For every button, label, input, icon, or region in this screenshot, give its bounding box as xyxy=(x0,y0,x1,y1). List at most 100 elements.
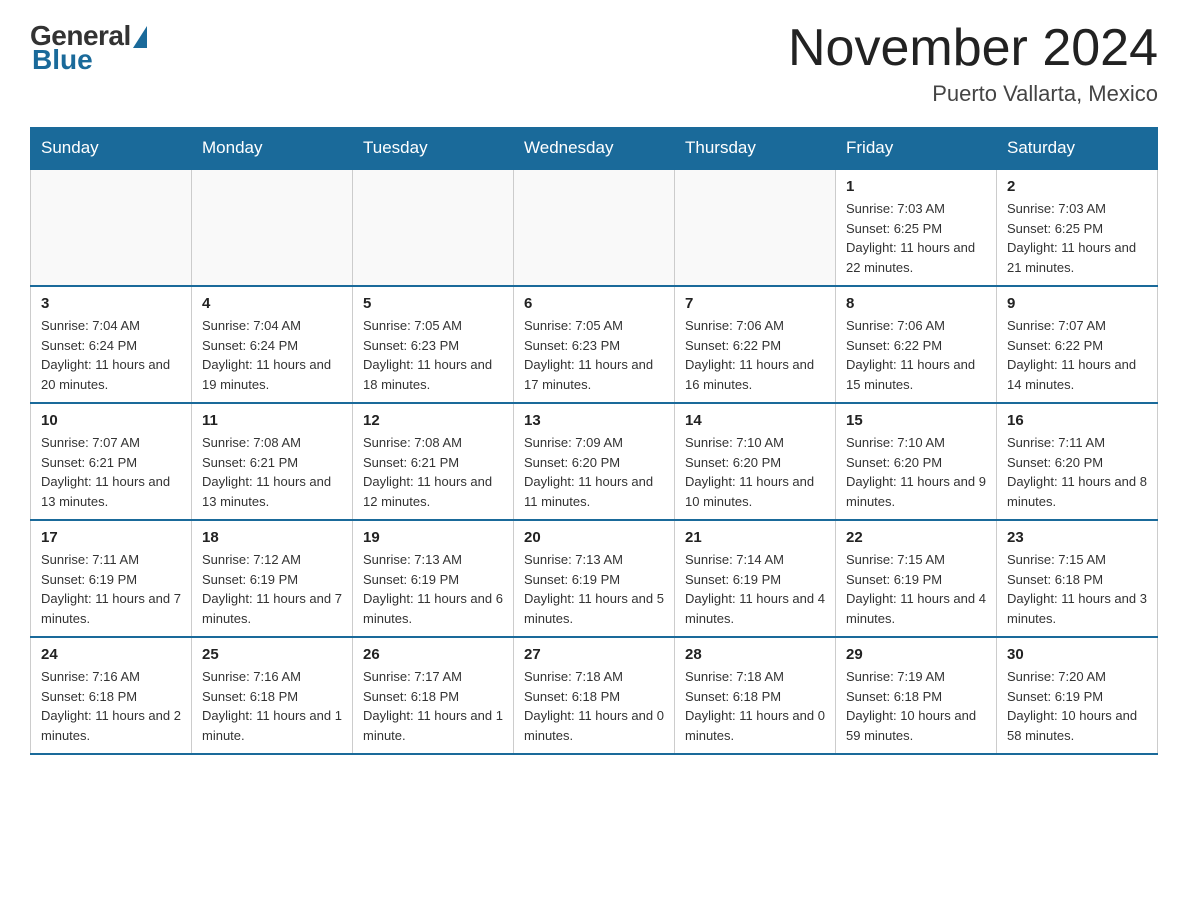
calendar-cell: 9Sunrise: 7:07 AMSunset: 6:22 PMDaylight… xyxy=(997,286,1158,403)
calendar-cell: 1 Sunrise: 7:03 AMSunset: 6:25 PMDaylight… xyxy=(836,169,997,286)
day-number: 29 xyxy=(846,646,986,663)
day-info: Sunrise: 7:18 AMSunset: 6:18 PMDaylight:… xyxy=(685,667,825,745)
day-number: 28 xyxy=(685,646,825,663)
calendar-cell: 28 Sunrise: 7:18 AMSunset: 6:18 PMDayligh… xyxy=(675,637,836,754)
calendar-table: SundayMondayTuesdayWednesdayThursdayFrid… xyxy=(30,127,1158,755)
day-info: Sunrise: 7:08 AMSunset: 6:21 PMDaylight:… xyxy=(202,433,342,511)
day-number: 6 xyxy=(524,295,664,312)
calendar-cell xyxy=(192,169,353,286)
calendar-header-row: SundayMondayTuesdayWednesdayThursdayFrid… xyxy=(31,128,1158,170)
day-info: Sunrise: 7:20 AMSunset: 6:19 PMDaylight:… xyxy=(1007,667,1147,745)
day-info: Sunrise: 7:16 AMSunset: 6:18 PMDaylight:… xyxy=(41,667,181,745)
calendar-cell: 18 Sunrise: 7:12 AMSunset: 6:19 PMDayligh… xyxy=(192,520,353,637)
calendar-header-wednesday: Wednesday xyxy=(514,128,675,170)
day-number: 22 xyxy=(846,529,986,546)
calendar-cell: 4 Sunrise: 7:04 AMSunset: 6:24 PMDaylight… xyxy=(192,286,353,403)
calendar-week-4: 17 Sunrise: 7:11 AMSunset: 6:19 PMDayligh… xyxy=(31,520,1158,637)
day-number: 18 xyxy=(202,529,342,546)
day-number: 2 xyxy=(1007,178,1147,195)
calendar-cell: 6 Sunrise: 7:05 AMSunset: 6:23 PMDaylight… xyxy=(514,286,675,403)
logo-triangle-icon xyxy=(133,26,147,48)
calendar-cell xyxy=(31,169,192,286)
day-info: Sunrise: 7:04 AMSunset: 6:24 PMDaylight:… xyxy=(202,316,342,394)
day-info: Sunrise: 7:13 AMSunset: 6:19 PMDaylight:… xyxy=(524,550,664,628)
title-block: November 2024 Puerto Vallarta, Mexico xyxy=(788,20,1158,107)
day-number: 1 xyxy=(846,178,986,195)
day-info: Sunrise: 7:12 AMSunset: 6:19 PMDaylight:… xyxy=(202,550,342,628)
day-info: Sunrise: 7:05 AMSunset: 6:23 PMDaylight:… xyxy=(524,316,664,394)
calendar-cell: 11Sunrise: 7:08 AMSunset: 6:21 PMDayligh… xyxy=(192,403,353,520)
calendar-cell xyxy=(675,169,836,286)
calendar-header-sunday: Sunday xyxy=(31,128,192,170)
calendar-cell: 17 Sunrise: 7:11 AMSunset: 6:19 PMDayligh… xyxy=(31,520,192,637)
calendar-cell: 8Sunrise: 7:06 AMSunset: 6:22 PMDaylight… xyxy=(836,286,997,403)
day-number: 3 xyxy=(41,295,181,312)
day-info: Sunrise: 7:05 AMSunset: 6:23 PMDaylight:… xyxy=(363,316,503,394)
day-info: Sunrise: 7:11 AMSunset: 6:20 PMDaylight:… xyxy=(1007,433,1147,511)
calendar-cell xyxy=(353,169,514,286)
calendar-cell: 30 Sunrise: 7:20 AMSunset: 6:19 PMDayligh… xyxy=(997,637,1158,754)
day-number: 14 xyxy=(685,412,825,429)
calendar-cell: 12Sunrise: 7:08 AMSunset: 6:21 PMDayligh… xyxy=(353,403,514,520)
day-number: 17 xyxy=(41,529,181,546)
day-number: 4 xyxy=(202,295,342,312)
day-info: Sunrise: 7:15 AMSunset: 6:18 PMDaylight:… xyxy=(1007,550,1147,628)
calendar-cell: 13 Sunrise: 7:09 AMSunset: 6:20 PMDayligh… xyxy=(514,403,675,520)
calendar-header-thursday: Thursday xyxy=(675,128,836,170)
day-info: Sunrise: 7:07 AMSunset: 6:22 PMDaylight:… xyxy=(1007,316,1147,394)
day-number: 30 xyxy=(1007,646,1147,663)
day-info: Sunrise: 7:07 AMSunset: 6:21 PMDaylight:… xyxy=(41,433,181,511)
day-number: 12 xyxy=(363,412,503,429)
day-info: Sunrise: 7:06 AMSunset: 6:22 PMDaylight:… xyxy=(846,316,986,394)
day-info: Sunrise: 7:11 AMSunset: 6:19 PMDaylight:… xyxy=(41,550,181,628)
calendar-cell: 14 Sunrise: 7:10 AMSunset: 6:20 PMDayligh… xyxy=(675,403,836,520)
calendar-cell: 7 Sunrise: 7:06 AMSunset: 6:22 PMDaylight… xyxy=(675,286,836,403)
day-number: 16 xyxy=(1007,412,1147,429)
day-number: 26 xyxy=(363,646,503,663)
day-number: 10 xyxy=(41,412,181,429)
calendar-cell: 23 Sunrise: 7:15 AMSunset: 6:18 PMDayligh… xyxy=(997,520,1158,637)
day-info: Sunrise: 7:16 AMSunset: 6:18 PMDaylight:… xyxy=(202,667,342,745)
day-number: 15 xyxy=(846,412,986,429)
calendar-cell: 26 Sunrise: 7:17 AMSunset: 6:18 PMDayligh… xyxy=(353,637,514,754)
calendar-week-3: 10 Sunrise: 7:07 AMSunset: 6:21 PMDayligh… xyxy=(31,403,1158,520)
day-info: Sunrise: 7:19 AMSunset: 6:18 PMDaylight:… xyxy=(846,667,986,745)
calendar-week-2: 3 Sunrise: 7:04 AMSunset: 6:24 PMDaylight… xyxy=(31,286,1158,403)
calendar-cell: 20Sunrise: 7:13 AMSunset: 6:19 PMDayligh… xyxy=(514,520,675,637)
day-number: 7 xyxy=(685,295,825,312)
calendar-cell: 21Sunrise: 7:14 AMSunset: 6:19 PMDayligh… xyxy=(675,520,836,637)
page-header: General Blue November 2024 Puerto Vallar… xyxy=(30,20,1158,107)
calendar-week-1: 1 Sunrise: 7:03 AMSunset: 6:25 PMDaylight… xyxy=(31,169,1158,286)
day-number: 24 xyxy=(41,646,181,663)
calendar-cell: 24 Sunrise: 7:16 AMSunset: 6:18 PMDayligh… xyxy=(31,637,192,754)
day-number: 25 xyxy=(202,646,342,663)
calendar-cell: 16 Sunrise: 7:11 AMSunset: 6:20 PMDayligh… xyxy=(997,403,1158,520)
day-info: Sunrise: 7:10 AMSunset: 6:20 PMDaylight:… xyxy=(685,433,825,511)
day-info: Sunrise: 7:15 AMSunset: 6:19 PMDaylight:… xyxy=(846,550,986,628)
calendar-cell: 25 Sunrise: 7:16 AMSunset: 6:18 PMDayligh… xyxy=(192,637,353,754)
calendar-cell: 3Sunrise: 7:04 AMSunset: 6:24 PMDaylight… xyxy=(31,286,192,403)
calendar-cell: 10 Sunrise: 7:07 AMSunset: 6:21 PMDayligh… xyxy=(31,403,192,520)
day-number: 27 xyxy=(524,646,664,663)
day-number: 13 xyxy=(524,412,664,429)
day-info: Sunrise: 7:06 AMSunset: 6:22 PMDaylight:… xyxy=(685,316,825,394)
day-number: 5 xyxy=(363,295,503,312)
day-info: Sunrise: 7:13 AMSunset: 6:19 PMDaylight:… xyxy=(363,550,503,628)
calendar-week-5: 24 Sunrise: 7:16 AMSunset: 6:18 PMDayligh… xyxy=(31,637,1158,754)
day-info: Sunrise: 7:03 AMSunset: 6:25 PMDaylight:… xyxy=(1007,199,1147,277)
day-info: Sunrise: 7:03 AMSunset: 6:25 PMDaylight:… xyxy=(846,199,986,277)
day-info: Sunrise: 7:17 AMSunset: 6:18 PMDaylight:… xyxy=(363,667,503,745)
month-title: November 2024 xyxy=(788,20,1158,77)
calendar-cell: 27Sunrise: 7:18 AMSunset: 6:18 PMDayligh… xyxy=(514,637,675,754)
calendar-cell: 19 Sunrise: 7:13 AMSunset: 6:19 PMDayligh… xyxy=(353,520,514,637)
calendar-header-friday: Friday xyxy=(836,128,997,170)
day-number: 19 xyxy=(363,529,503,546)
logo-blue-text: Blue xyxy=(32,44,93,76)
calendar-cell: 5 Sunrise: 7:05 AMSunset: 6:23 PMDaylight… xyxy=(353,286,514,403)
calendar-header-saturday: Saturday xyxy=(997,128,1158,170)
day-info: Sunrise: 7:10 AMSunset: 6:20 PMDaylight:… xyxy=(846,433,986,511)
location-subtitle: Puerto Vallarta, Mexico xyxy=(788,81,1158,107)
day-number: 21 xyxy=(685,529,825,546)
day-number: 23 xyxy=(1007,529,1147,546)
day-info: Sunrise: 7:09 AMSunset: 6:20 PMDaylight:… xyxy=(524,433,664,511)
